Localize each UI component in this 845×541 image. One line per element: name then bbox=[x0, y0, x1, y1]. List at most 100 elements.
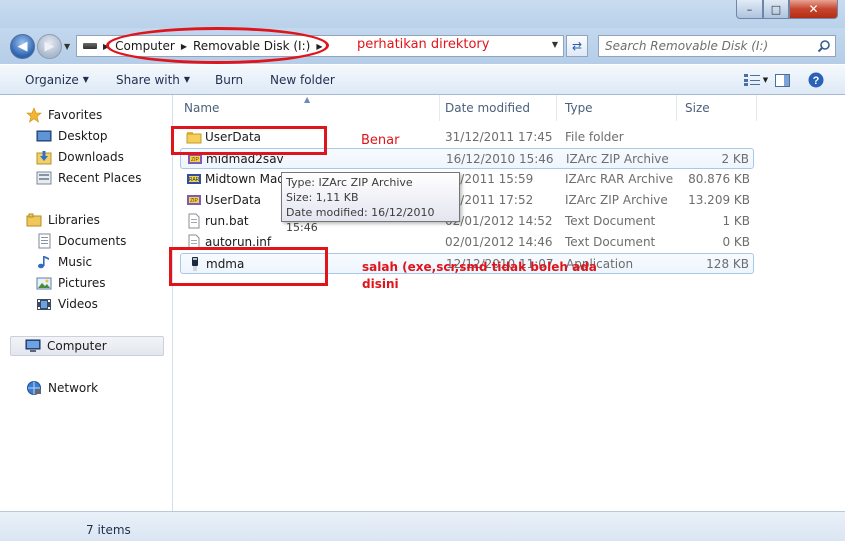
file-size: 1 KB bbox=[722, 214, 750, 228]
file-type: IZArc ZIP Archive bbox=[566, 152, 669, 166]
maximize-button[interactable]: □ bbox=[763, 0, 789, 19]
file-date: 02/01/2012 14:52 bbox=[445, 214, 553, 228]
rar-archive-icon: RAR bbox=[187, 174, 201, 184]
column-name-label: Name bbox=[184, 101, 220, 115]
file-row[interactable]: ZIP UserData 12/2011 17:52 IZArc ZIP Arc… bbox=[180, 190, 754, 211]
nav-desktop[interactable]: Desktop bbox=[36, 126, 108, 146]
chevron-down-icon: ▼ bbox=[762, 76, 769, 84]
back-arrow-icon: ◀ bbox=[17, 39, 28, 54]
nav-music[interactable]: Music bbox=[36, 252, 92, 272]
preview-pane-button[interactable] bbox=[772, 71, 792, 89]
svg-text:ZIP: ZIP bbox=[191, 157, 199, 163]
file-size: 2 KB bbox=[721, 152, 749, 166]
new-folder-button[interactable]: New folder bbox=[270, 73, 335, 87]
nav-network-label: Network bbox=[48, 381, 99, 395]
forward-button[interactable]: ▶ bbox=[37, 34, 62, 59]
file-date: 02/01/2012 14:46 bbox=[445, 235, 553, 249]
annotation-correct: Benar bbox=[361, 133, 400, 148]
column-header-name[interactable]: Name bbox=[176, 95, 440, 121]
organize-label: Organize bbox=[25, 73, 79, 87]
nav-computer-label: Computer bbox=[47, 339, 107, 353]
nav-downloads[interactable]: Downloads bbox=[36, 147, 124, 167]
file-type: File folder bbox=[565, 130, 624, 144]
file-name: Midtown Mad bbox=[205, 172, 285, 186]
tooltip-type: Type: IZArc ZIP Archive bbox=[286, 176, 413, 189]
column-header-size[interactable]: Size bbox=[677, 95, 757, 121]
forward-arrow-icon: ▶ bbox=[44, 39, 55, 54]
nav-network[interactable]: Network bbox=[26, 378, 98, 398]
column-size-label: Size bbox=[685, 101, 710, 115]
address-dropdown-icon[interactable]: ▼ bbox=[552, 40, 558, 49]
text-file-icon bbox=[188, 213, 200, 229]
directory-highlight-ellipse bbox=[106, 27, 329, 64]
tooltip-date-modified: Date modified: 16/12/2010 15:46 bbox=[286, 206, 435, 234]
organize-button[interactable]: Organize ▼ bbox=[25, 73, 89, 87]
close-button[interactable]: ✕ bbox=[789, 0, 838, 19]
help-icon: ? bbox=[808, 72, 824, 88]
drive-icon bbox=[83, 43, 97, 49]
music-icon bbox=[36, 254, 52, 270]
nav-favorites[interactable]: Favorites bbox=[26, 105, 102, 125]
nav-recent-places[interactable]: Recent Places bbox=[36, 168, 141, 188]
search-placeholder: Search Removable Disk (I:) bbox=[605, 39, 769, 53]
file-date: 16/12/2010 15:46 bbox=[446, 152, 554, 166]
new-folder-label: New folder bbox=[270, 73, 335, 87]
file-size: 128 KB bbox=[706, 257, 749, 271]
close-icon: ✕ bbox=[808, 2, 819, 16]
nav-pictures-label: Pictures bbox=[58, 276, 106, 290]
annotation-directory: perhatikan direktory bbox=[357, 37, 490, 52]
file-row[interactable]: RAR Midtown Mad 01/2011 15:59 IZArc RAR … bbox=[180, 169, 754, 190]
file-type: Text Document bbox=[565, 235, 656, 249]
nav-libraries-label: Libraries bbox=[48, 213, 100, 227]
pictures-icon bbox=[36, 275, 52, 291]
refresh-button[interactable]: ⇄ bbox=[566, 35, 588, 57]
file-list-pane: ▲ Name Date modified Type Size UserData … bbox=[174, 95, 845, 511]
nav-pictures[interactable]: Pictures bbox=[36, 273, 106, 293]
column-header-type[interactable]: Type bbox=[557, 95, 677, 121]
computer-icon bbox=[25, 338, 41, 354]
nav-desktop-label: Desktop bbox=[58, 129, 108, 143]
nav-documents[interactable]: Documents bbox=[36, 231, 126, 251]
burn-label: Burn bbox=[215, 73, 244, 87]
back-button[interactable]: ◀ bbox=[10, 34, 35, 59]
search-input[interactable]: Search Removable Disk (I:) bbox=[598, 35, 836, 57]
column-header-date[interactable]: Date modified bbox=[437, 95, 557, 121]
chevron-down-icon: ▼ bbox=[82, 75, 89, 84]
videos-icon bbox=[36, 296, 52, 312]
file-size: 80.876 KB bbox=[688, 172, 750, 186]
network-icon bbox=[26, 380, 42, 396]
share-with-button[interactable]: Share with ▼ bbox=[116, 73, 190, 87]
recent-pages-dropdown[interactable]: ▼ bbox=[64, 42, 70, 51]
burn-button[interactable]: Burn bbox=[215, 73, 243, 87]
item-count: 7 items bbox=[86, 523, 131, 537]
file-type: IZArc ZIP Archive bbox=[565, 193, 668, 207]
status-bar: 7 items bbox=[0, 511, 845, 541]
minimize-button[interactable]: – bbox=[736, 0, 763, 19]
help-button[interactable]: ? bbox=[806, 71, 826, 89]
maximize-icon: □ bbox=[770, 2, 782, 16]
nav-videos-label: Videos bbox=[58, 297, 98, 311]
search-icon[interactable] bbox=[817, 39, 831, 53]
zip-archive-icon: ZIP bbox=[187, 195, 201, 205]
recent-places-icon bbox=[36, 170, 52, 186]
navigation-pane: Favorites Desktop Downloads Recent Place… bbox=[0, 95, 173, 511]
desktop-icon bbox=[36, 128, 52, 144]
file-type: IZArc RAR Archive bbox=[565, 172, 674, 186]
wrong-highlight-box bbox=[169, 247, 328, 286]
svg-text:?: ? bbox=[813, 75, 820, 87]
minimize-icon: – bbox=[746, 2, 753, 16]
nav-music-label: Music bbox=[58, 255, 93, 269]
star-icon bbox=[26, 107, 42, 123]
nav-computer[interactable]: Computer bbox=[10, 336, 164, 356]
change-view-button[interactable]: ▼ bbox=[740, 71, 772, 89]
nav-videos[interactable]: Videos bbox=[36, 294, 98, 314]
column-date-label: Date modified bbox=[445, 101, 531, 115]
nav-libraries[interactable]: Libraries bbox=[26, 210, 100, 230]
command-bar: Organize ▼ Share with ▼ Burn New folder ▼ … bbox=[0, 64, 845, 95]
file-row[interactable]: run.bat 02/01/2012 14:52 Text Document 1… bbox=[180, 211, 754, 232]
file-name: run.bat bbox=[205, 214, 249, 228]
annotation-wrong: salah (exe,scr,smd tidak boleh ada disin… bbox=[362, 259, 597, 293]
correct-highlight-box bbox=[171, 126, 327, 155]
nav-favorites-label: Favorites bbox=[48, 108, 103, 122]
annotation-wrong-line1: salah (exe,scr,smd tidak boleh ada bbox=[362, 260, 597, 274]
